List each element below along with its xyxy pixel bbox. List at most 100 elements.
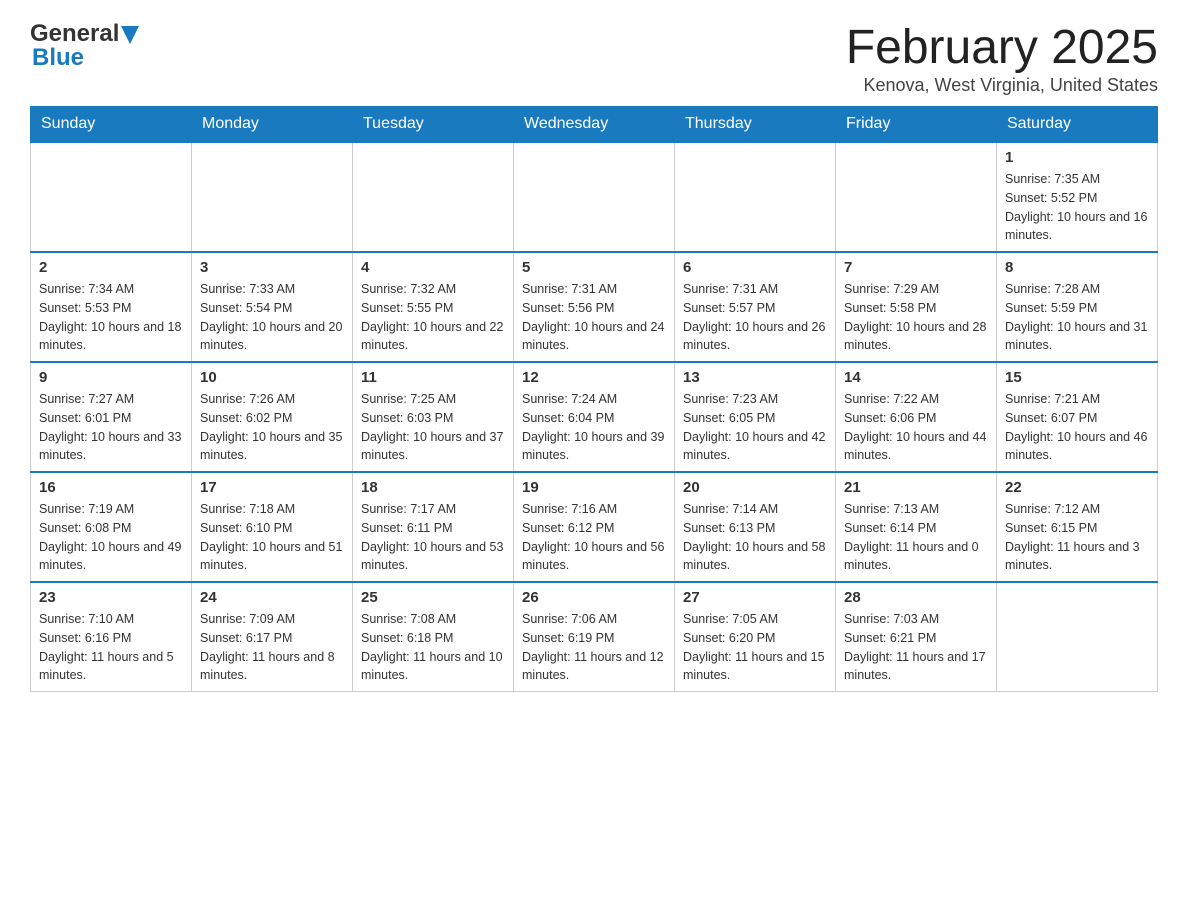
table-row: 14 Sunrise: 7:22 AM Sunset: 6:06 PM Dayli…: [836, 362, 997, 472]
day-number: 9: [39, 369, 183, 386]
table-row: 27 Sunrise: 7:05 AM Sunset: 6:20 PM Dayli…: [675, 582, 836, 692]
day-info: Sunrise: 7:14 AM Sunset: 6:13 PM Dayligh…: [683, 500, 827, 575]
day-number: 6: [683, 259, 827, 276]
table-row: [31, 142, 192, 252]
table-row: 19 Sunrise: 7:16 AM Sunset: 6:12 PM Dayli…: [514, 472, 675, 582]
calendar-week-row: 16 Sunrise: 7:19 AM Sunset: 6:08 PM Dayli…: [31, 472, 1158, 582]
calendar-week-row: 23Sunrise: 7:10 AM Sunset: 6:16 PM Dayli…: [31, 582, 1158, 692]
table-row: 26Sunrise: 7:06 AM Sunset: 6:19 PM Dayli…: [514, 582, 675, 692]
day-number: 26: [522, 589, 666, 606]
month-title: February 2025: [846, 20, 1158, 75]
day-number: 11: [361, 369, 505, 386]
location: Kenova, West Virginia, United States: [846, 75, 1158, 96]
calendar: Sunday Monday Tuesday Wednesday Thursday…: [30, 106, 1158, 692]
day-number: 10: [200, 369, 344, 386]
day-info: Sunrise: 7:22 AM Sunset: 6:06 PM Dayligh…: [844, 390, 988, 465]
day-number: 3: [200, 259, 344, 276]
col-saturday: Saturday: [997, 107, 1158, 143]
col-sunday: Sunday: [31, 107, 192, 143]
day-info: Sunrise: 7:17 AM Sunset: 6:11 PM Dayligh…: [361, 500, 505, 575]
day-info: Sunrise: 7:26 AM Sunset: 6:02 PM Dayligh…: [200, 390, 344, 465]
col-wednesday: Wednesday: [514, 107, 675, 143]
day-info: Sunrise: 7:08 AM Sunset: 6:18 PM Dayligh…: [361, 610, 505, 685]
table-row: 9Sunrise: 7:27 AM Sunset: 6:01 PM Daylig…: [31, 362, 192, 472]
table-row: 4 Sunrise: 7:32 AM Sunset: 5:55 PM Daylig…: [353, 252, 514, 362]
calendar-week-row: 1Sunrise: 7:35 AM Sunset: 5:52 PM Daylig…: [31, 142, 1158, 252]
day-info: Sunrise: 7:35 AM Sunset: 5:52 PM Dayligh…: [1005, 170, 1149, 245]
day-number: 14: [844, 369, 988, 386]
day-info: Sunrise: 7:16 AM Sunset: 6:12 PM Dayligh…: [522, 500, 666, 575]
day-info: Sunrise: 7:31 AM Sunset: 5:57 PM Dayligh…: [683, 280, 827, 355]
col-thursday: Thursday: [675, 107, 836, 143]
calendar-week-row: 9Sunrise: 7:27 AM Sunset: 6:01 PM Daylig…: [31, 362, 1158, 472]
day-info: Sunrise: 7:25 AM Sunset: 6:03 PM Dayligh…: [361, 390, 505, 465]
table-row: 11 Sunrise: 7:25 AM Sunset: 6:03 PM Dayli…: [353, 362, 514, 472]
day-info: Sunrise: 7:19 AM Sunset: 6:08 PM Dayligh…: [39, 500, 183, 575]
col-monday: Monday: [192, 107, 353, 143]
day-info: Sunrise: 7:28 AM Sunset: 5:59 PM Dayligh…: [1005, 280, 1149, 355]
day-number: 19: [522, 479, 666, 496]
table-row: 1Sunrise: 7:35 AM Sunset: 5:52 PM Daylig…: [997, 142, 1158, 252]
table-row: 6 Sunrise: 7:31 AM Sunset: 5:57 PM Daylig…: [675, 252, 836, 362]
table-row: 3 Sunrise: 7:33 AM Sunset: 5:54 PM Daylig…: [192, 252, 353, 362]
page-header: General Blue February 2025 Kenova, West …: [30, 20, 1158, 96]
logo-triangle-icon: [121, 26, 139, 44]
table-row: 20 Sunrise: 7:14 AM Sunset: 6:13 PM Dayli…: [675, 472, 836, 582]
day-number: 16: [39, 479, 183, 496]
table-row: [514, 142, 675, 252]
day-info: Sunrise: 7:18 AM Sunset: 6:10 PM Dayligh…: [200, 500, 344, 575]
table-row: [675, 142, 836, 252]
table-row: 10 Sunrise: 7:26 AM Sunset: 6:02 PM Dayli…: [192, 362, 353, 472]
logo: General Blue: [30, 20, 139, 72]
table-row: 18 Sunrise: 7:17 AM Sunset: 6:11 PM Dayli…: [353, 472, 514, 582]
table-row: 13 Sunrise: 7:23 AM Sunset: 6:05 PM Dayli…: [675, 362, 836, 472]
col-tuesday: Tuesday: [353, 107, 514, 143]
calendar-header-row: Sunday Monday Tuesday Wednesday Thursday…: [31, 107, 1158, 143]
day-number: 13: [683, 369, 827, 386]
table-row: 21 Sunrise: 7:13 AM Sunset: 6:14 PM Dayli…: [836, 472, 997, 582]
day-number: 24: [200, 589, 344, 606]
day-number: 28: [844, 589, 988, 606]
day-number: 20: [683, 479, 827, 496]
day-number: 17: [200, 479, 344, 496]
day-info: Sunrise: 7:29 AM Sunset: 5:58 PM Dayligh…: [844, 280, 988, 355]
table-row: 17 Sunrise: 7:18 AM Sunset: 6:10 PM Dayli…: [192, 472, 353, 582]
table-row: 25Sunrise: 7:08 AM Sunset: 6:18 PM Dayli…: [353, 582, 514, 692]
day-number: 12: [522, 369, 666, 386]
day-number: 21: [844, 479, 988, 496]
day-number: 7: [844, 259, 988, 276]
table-row: 16 Sunrise: 7:19 AM Sunset: 6:08 PM Dayli…: [31, 472, 192, 582]
calendar-week-row: 2Sunrise: 7:34 AM Sunset: 5:53 PM Daylig…: [31, 252, 1158, 362]
day-number: 15: [1005, 369, 1149, 386]
title-block: February 2025 Kenova, West Virginia, Uni…: [846, 20, 1158, 96]
logo-blue-text: Blue: [32, 44, 84, 72]
day-info: Sunrise: 7:09 AM Sunset: 6:17 PM Dayligh…: [200, 610, 344, 685]
day-number: 18: [361, 479, 505, 496]
day-number: 8: [1005, 259, 1149, 276]
day-info: Sunrise: 7:34 AM Sunset: 5:53 PM Dayligh…: [39, 280, 183, 355]
table-row: 15 Sunrise: 7:21 AM Sunset: 6:07 PM Dayli…: [997, 362, 1158, 472]
day-info: Sunrise: 7:21 AM Sunset: 6:07 PM Dayligh…: [1005, 390, 1149, 465]
day-info: Sunrise: 7:33 AM Sunset: 5:54 PM Dayligh…: [200, 280, 344, 355]
day-number: 23: [39, 589, 183, 606]
table-row: 23Sunrise: 7:10 AM Sunset: 6:16 PM Dayli…: [31, 582, 192, 692]
day-info: Sunrise: 7:12 AM Sunset: 6:15 PM Dayligh…: [1005, 500, 1149, 575]
day-number: 4: [361, 259, 505, 276]
day-info: Sunrise: 7:13 AM Sunset: 6:14 PM Dayligh…: [844, 500, 988, 575]
day-info: Sunrise: 7:03 AM Sunset: 6:21 PM Dayligh…: [844, 610, 988, 685]
day-number: 5: [522, 259, 666, 276]
day-number: 27: [683, 589, 827, 606]
day-number: 22: [1005, 479, 1149, 496]
day-info: Sunrise: 7:05 AM Sunset: 6:20 PM Dayligh…: [683, 610, 827, 685]
table-row: 7 Sunrise: 7:29 AM Sunset: 5:58 PM Daylig…: [836, 252, 997, 362]
table-row: 2Sunrise: 7:34 AM Sunset: 5:53 PM Daylig…: [31, 252, 192, 362]
table-row: [997, 582, 1158, 692]
day-info: Sunrise: 7:32 AM Sunset: 5:55 PM Dayligh…: [361, 280, 505, 355]
table-row: 22 Sunrise: 7:12 AM Sunset: 6:15 PM Dayli…: [997, 472, 1158, 582]
table-row: [353, 142, 514, 252]
day-info: Sunrise: 7:31 AM Sunset: 5:56 PM Dayligh…: [522, 280, 666, 355]
day-info: Sunrise: 7:23 AM Sunset: 6:05 PM Dayligh…: [683, 390, 827, 465]
day-info: Sunrise: 7:24 AM Sunset: 6:04 PM Dayligh…: [522, 390, 666, 465]
table-row: [192, 142, 353, 252]
table-row: 5 Sunrise: 7:31 AM Sunset: 5:56 PM Daylig…: [514, 252, 675, 362]
